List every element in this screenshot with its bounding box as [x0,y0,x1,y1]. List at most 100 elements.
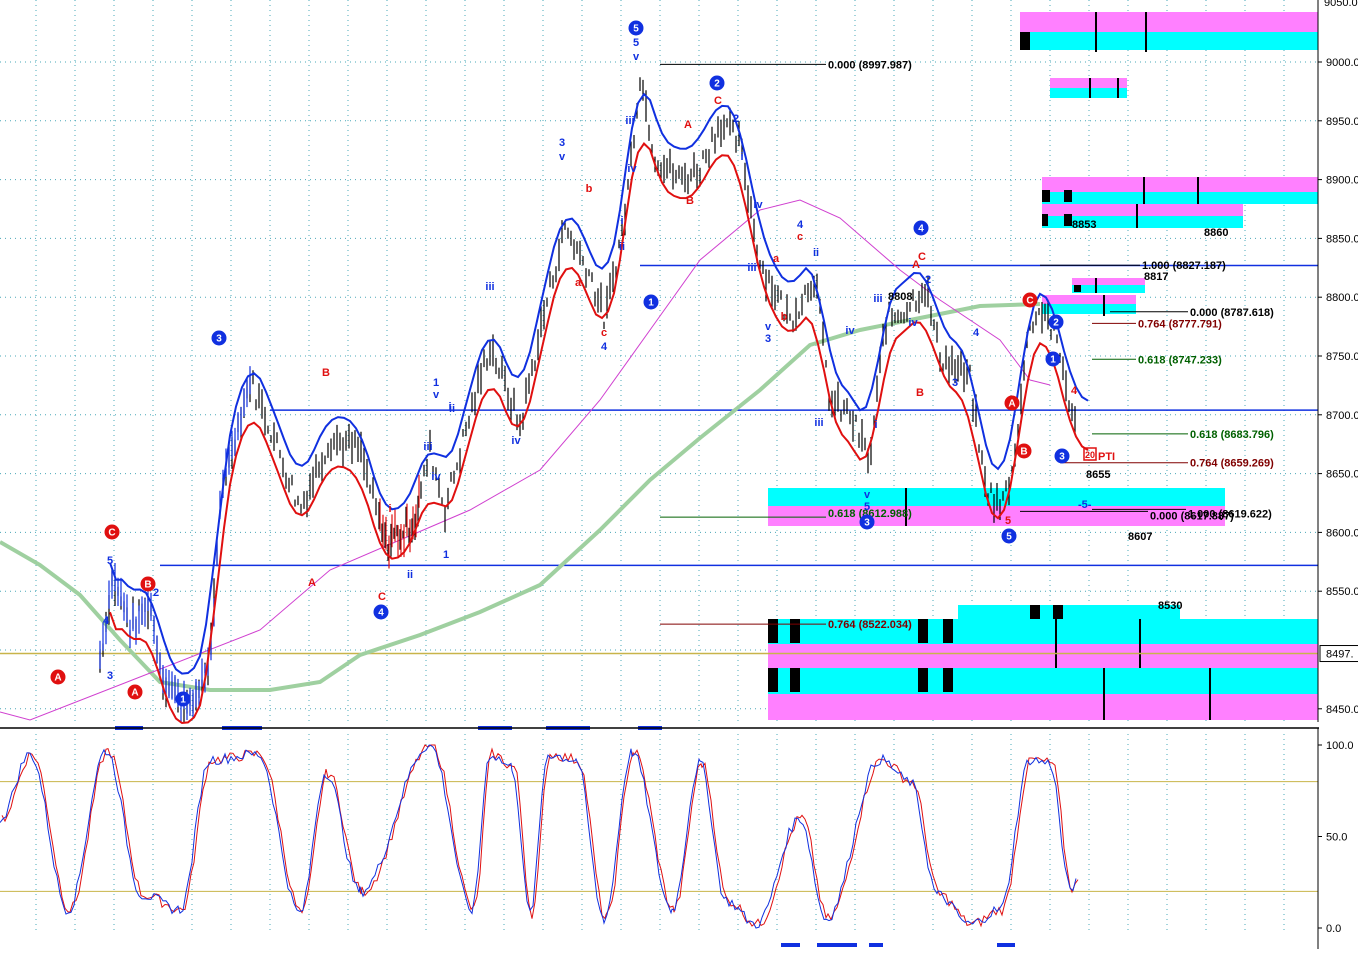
zone-marker [1020,32,1030,50]
y-tick-label: 9000.0 [1326,57,1358,69]
wave-label: iii [625,115,634,127]
cyan-zone [1042,304,1136,314]
price-label: 8808 [888,291,912,303]
signal-bar [817,943,857,947]
chart-window: 0.000 (8997.987) 1.000 (8827.187) 0.000 (8… [0,0,1358,949]
wave-label: v [633,51,640,63]
wave-label: 3 [765,333,771,345]
zone-marker [918,619,928,643]
wave-label: iii [814,417,823,429]
wave-label: B [686,195,694,207]
zone-marker [1042,214,1048,226]
wave-label: 3 [952,377,958,389]
wave-label: iv [908,317,918,329]
magenta-zone [1072,278,1145,285]
y-tick-label: 8450.0 [1326,704,1358,716]
fib-label: 1.000 (8619.622) [1188,508,1272,520]
elliott-wave-chart: 0.000 (8997.987)1.000 (8827.187)0.000 (8… [0,0,1358,949]
wave-label: 2 [925,274,931,286]
magenta-zone [1042,204,1243,216]
wave-label: 2 [733,113,739,125]
wave-label: iii [873,293,882,305]
wave-label: i [740,151,743,163]
magenta-zone [768,644,1318,668]
zone-marker [1053,605,1063,619]
wave-circle-label: 3 [1059,452,1065,463]
wave-label: -5- [1078,499,1092,511]
wave-label: iii [747,262,756,274]
fib-label: 0.000 (8997.987) [828,59,912,71]
fib-label: 0.764 (8659.269) [1190,458,1274,470]
wave-label: b [586,183,593,195]
y-tick-label: 8900.0 [1326,175,1358,187]
wave-label: A [684,119,692,131]
y-tick-label: 8700.0 [1326,410,1358,422]
signal-bar [781,943,800,947]
zone-marker [1074,285,1081,292]
zone-marker [1030,605,1040,619]
wave-label: 4 [103,615,110,627]
wave-label: iii [485,281,494,293]
fib-label: 0.618 (8683.796) [1190,429,1274,441]
osc-tick-label: 100.0 [1326,740,1354,752]
osc-tick-label: 50.0 [1326,832,1347,844]
price-label: 8853 [1072,219,1096,231]
wave-label: 4 [797,219,804,231]
wave-label: 5 [633,37,639,49]
zone-marker [918,668,928,692]
y-tick-label: 9050.0 [1324,0,1358,9]
y-tick-label: 8550.0 [1326,586,1358,598]
wave-circle-label: C [1026,296,1033,307]
wave-circle-label: A [1008,399,1015,410]
wave-label: v [559,151,566,163]
price-label: 8607 [1128,531,1152,543]
osc-tick-label: 0.0 [1326,923,1341,935]
wave-label: 1 [443,549,449,561]
wave-circle-label: 2 [714,79,720,90]
magenta-zone [1050,78,1127,88]
wave-label: 2 [153,587,159,599]
price-label: 8817 [1144,271,1168,283]
wave-label: v [864,489,871,501]
wave-label: B [322,367,330,379]
wave-label: iii [423,441,432,453]
pti-number: 20 [1085,450,1095,460]
fib-label: 0.000 (8787.618) [1190,307,1274,319]
wave-circle-label: B [144,580,151,591]
wave-circle-label: B [1020,447,1027,458]
wave-label: v [433,389,440,401]
wave-label: c [797,231,803,243]
wave-label: 4 [973,327,980,339]
wave-label: i [448,401,451,413]
wave-label: ii [619,241,625,253]
wave-circle-label: C [108,528,115,539]
y-tick-label: 8850.0 [1326,233,1358,245]
price-axis: 9050.0 9000.0 8950.0 8900.0 8850.0 8800.0 8750… [1317,0,1358,949]
wave-circle-label: 1 [648,298,654,309]
wave-circle-label: 5 [633,24,639,35]
y-tick-label: 8750.0 [1326,351,1358,363]
pti-label: PTI [1098,451,1115,463]
cyan-zone [1050,88,1127,98]
y-tick-label: 8800.0 [1326,292,1358,304]
cyan-zone [768,668,1318,694]
price-label: 8655 [1086,469,1110,481]
wave-label: 5 [864,501,870,513]
wave-label: ii [407,569,413,581]
wave-label: a [575,277,582,289]
cyan-zone [1020,32,1318,50]
fib-label: 0.764 (8777.791) [1138,318,1222,330]
wave-label: C [378,591,386,603]
wave-circle-label: 2 [1053,318,1059,329]
fib-label: 0.618 (8747.233) [1138,354,1222,366]
wave-label: iv [845,325,855,337]
zone-marker [790,619,800,643]
wave-label: iv [753,199,763,211]
wave-label: 5 [107,555,113,567]
wave-label: iv [511,435,521,447]
zone-marker [768,668,778,692]
cyan-zone [958,605,1180,619]
zone-marker [943,668,953,692]
zone-marker [943,619,953,643]
magenta-zone [1020,12,1318,32]
